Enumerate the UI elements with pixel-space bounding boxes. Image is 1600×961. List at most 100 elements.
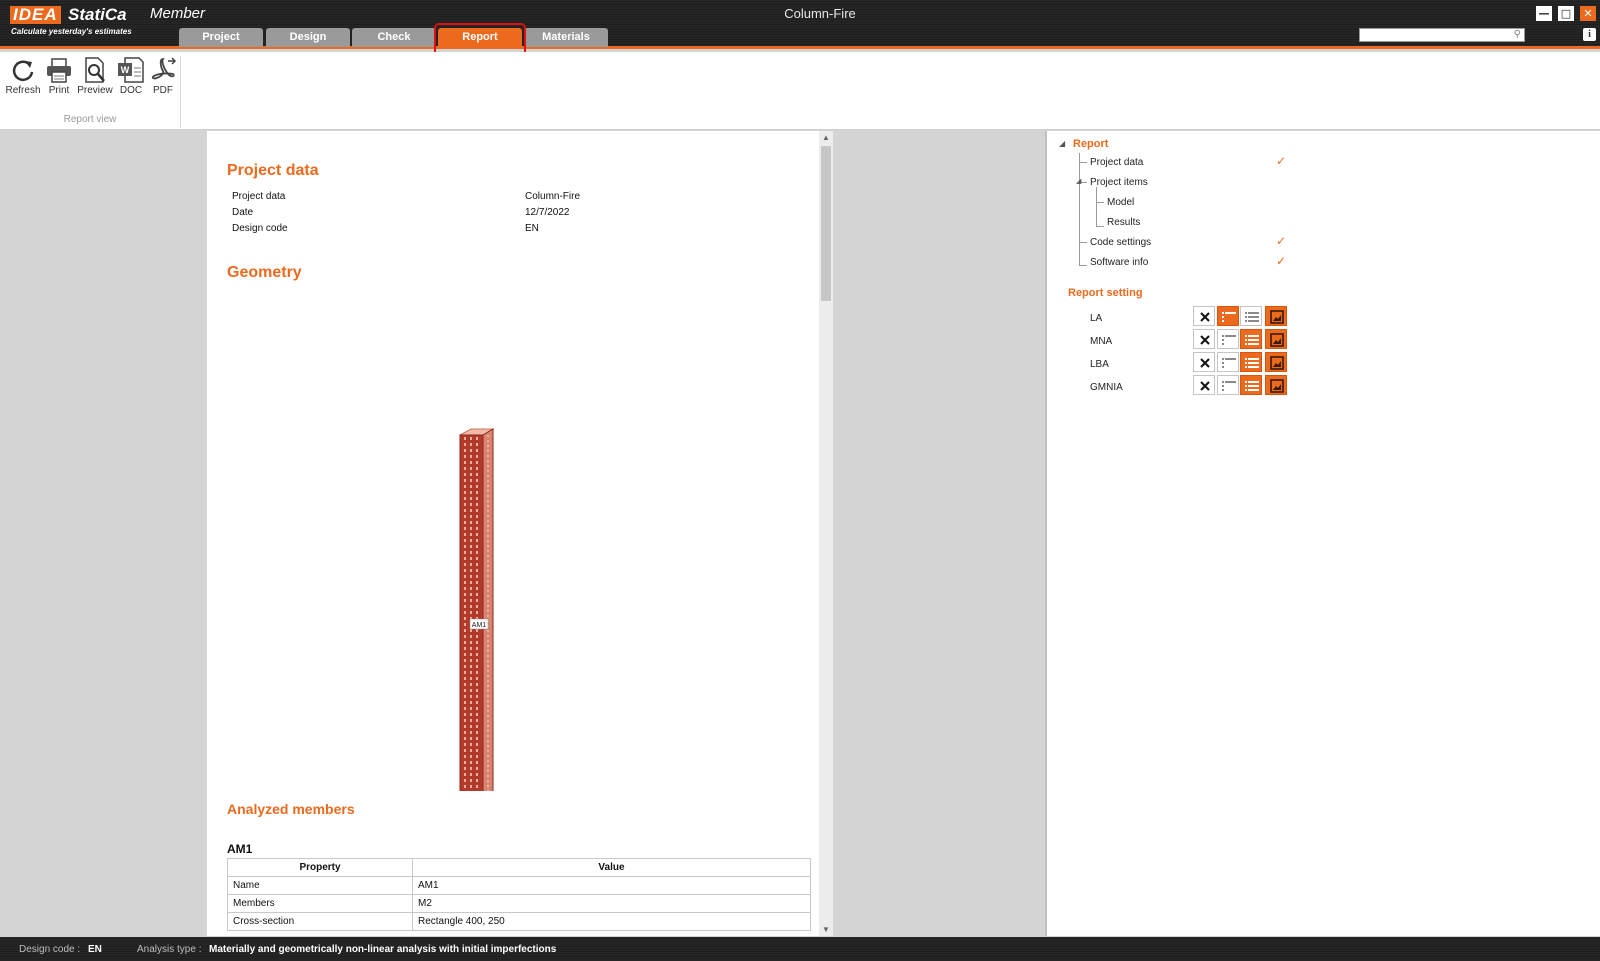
table-cell: M2 bbox=[412, 894, 811, 913]
minimize-button[interactable]: — bbox=[1536, 6, 1552, 21]
print-button[interactable]: Print bbox=[41, 56, 77, 102]
setting-toggle-detailed-list-button[interactable] bbox=[1240, 352, 1262, 372]
brief-icon bbox=[1222, 335, 1236, 345]
table-cell: Name bbox=[227, 876, 413, 895]
preview-label: Preview bbox=[77, 85, 113, 96]
member-property-table: Property Value Name AM1 Members M2 Cross… bbox=[227, 858, 811, 931]
tree-item-project-data[interactable]: Project data bbox=[1090, 157, 1143, 168]
tagline: Calculate yesterday's estimates bbox=[11, 27, 132, 36]
close-icon: ✕ bbox=[1583, 7, 1593, 20]
pdf-icon bbox=[151, 57, 177, 80]
image-icon bbox=[1270, 333, 1284, 347]
setting-toggle-brief-button[interactable] bbox=[1217, 306, 1239, 326]
setting-toggle-image-button[interactable] bbox=[1265, 375, 1287, 395]
column-header-property: Property bbox=[227, 858, 413, 877]
detailed-list-icon bbox=[1245, 381, 1259, 391]
tree-line bbox=[1096, 226, 1104, 227]
tab-materials[interactable]: Materials bbox=[524, 28, 608, 47]
analysis-type-value: Materially and geometrically non-linear … bbox=[209, 944, 557, 955]
svg-text:W: W bbox=[121, 65, 130, 75]
setting-toggle-exclude-button[interactable] bbox=[1193, 329, 1215, 349]
printer-icon bbox=[47, 58, 71, 83]
report-document-area: Project data Project data Column-Fire Da… bbox=[0, 131, 1042, 936]
design-code-label: Design code bbox=[232, 223, 288, 234]
close-button[interactable]: ✕ bbox=[1580, 6, 1596, 21]
brief-icon bbox=[1222, 358, 1236, 368]
maximize-icon: □ bbox=[1560, 7, 1572, 20]
image-icon bbox=[1270, 356, 1284, 370]
geometry-view[interactable]: AM1 Z Y X bbox=[207, 291, 819, 791]
expand-arrow-icon[interactable]: ◢ bbox=[1076, 177, 1081, 185]
report-settings-panel: ◢ Report Project data ✓ ◢ Project items … bbox=[1045, 131, 1600, 936]
tree-item-code-settings[interactable]: Code settings bbox=[1090, 237, 1151, 248]
design-code-status-value: EN bbox=[88, 944, 102, 955]
image-icon bbox=[1270, 379, 1284, 393]
setting-toggle-brief-button[interactable] bbox=[1217, 375, 1239, 395]
project-data-check-icon[interactable]: ✓ bbox=[1276, 154, 1286, 168]
setting-toggle-detailed-list-button[interactable] bbox=[1240, 329, 1262, 349]
scroll-up-icon[interactable]: ▲ bbox=[819, 133, 833, 142]
ribbon-separator bbox=[180, 56, 181, 128]
setting-toggle-detailed-list-button[interactable] bbox=[1240, 375, 1262, 395]
pdf-export-button[interactable]: PDF bbox=[145, 56, 181, 102]
tree-item-model[interactable]: Model bbox=[1107, 197, 1134, 208]
member-tag-text: AM1 bbox=[472, 622, 487, 629]
exclude-icon bbox=[1200, 335, 1210, 345]
tab-design[interactable]: Design bbox=[266, 28, 350, 47]
project-data-value: Column-Fire bbox=[525, 191, 581, 202]
setting-toggle-image-button[interactable] bbox=[1265, 306, 1287, 326]
tree-line bbox=[1079, 265, 1087, 266]
table-row: Name AM1 bbox=[227, 876, 811, 895]
setting-toggle-brief-button[interactable] bbox=[1217, 329, 1239, 349]
tree-line bbox=[1096, 202, 1104, 203]
exclude-icon bbox=[1200, 358, 1210, 368]
code-settings-check-icon[interactable]: ✓ bbox=[1276, 234, 1286, 248]
setting-toggle-exclude-button[interactable] bbox=[1193, 306, 1215, 326]
date-label: Date bbox=[232, 207, 254, 218]
tree-line bbox=[1079, 153, 1080, 265]
setting-toggle-exclude-button[interactable] bbox=[1193, 375, 1215, 395]
analysis-type-key: Analysis type : bbox=[137, 944, 202, 955]
setting-label-mna: MNA bbox=[1090, 336, 1113, 347]
report-setting-heading: Report setting bbox=[1068, 287, 1143, 299]
brief-icon bbox=[1222, 312, 1236, 322]
column-header-value: Value bbox=[412, 858, 811, 877]
scrollbar-thumb[interactable] bbox=[821, 146, 831, 301]
maximize-button[interactable]: □ bbox=[1558, 6, 1574, 21]
brief-icon bbox=[1222, 381, 1236, 391]
table-row: Cross-section Rectangle 400, 250 bbox=[227, 912, 811, 931]
tab-check[interactable]: Check bbox=[352, 28, 436, 47]
minimize-icon: — bbox=[1538, 7, 1550, 20]
setting-label-lba: LBA bbox=[1090, 359, 1109, 370]
setting-toggle-image-button[interactable] bbox=[1265, 352, 1287, 372]
window-title: Column-Fire bbox=[784, 6, 856, 21]
preview-button[interactable]: Preview bbox=[75, 56, 115, 102]
ribbon: Refresh Print Preview W DOC PDF Report v… bbox=[0, 52, 1600, 130]
refresh-button[interactable]: Refresh bbox=[5, 56, 41, 102]
info-button[interactable]: i bbox=[1583, 28, 1596, 41]
setting-toggle-image-button[interactable] bbox=[1265, 329, 1287, 349]
document-scrollbar[interactable]: ▲ ▼ bbox=[819, 131, 833, 936]
collapse-arrow-icon[interactable]: ◢ bbox=[1059, 139, 1065, 148]
search-input[interactable]: ⚲ bbox=[1359, 28, 1525, 42]
tree-root-report[interactable]: Report bbox=[1073, 138, 1108, 150]
am1-heading: AM1 bbox=[227, 842, 253, 856]
setting-toggle-brief-button[interactable] bbox=[1217, 352, 1239, 372]
table-row: Members M2 bbox=[227, 894, 811, 913]
doc-export-button[interactable]: W DOC bbox=[113, 56, 149, 102]
info-icon: i bbox=[1588, 29, 1591, 40]
tree-item-project-items[interactable]: Project items bbox=[1090, 177, 1148, 188]
search-icon[interactable]: ⚲ bbox=[1514, 29, 1521, 41]
tree-item-software-info[interactable]: Software info bbox=[1090, 257, 1148, 268]
geometry-heading: Geometry bbox=[227, 264, 302, 281]
software-info-check-icon[interactable]: ✓ bbox=[1276, 254, 1286, 268]
table-cell: Members bbox=[227, 894, 413, 913]
setting-toggle-exclude-button[interactable] bbox=[1193, 352, 1215, 372]
tree-item-results[interactable]: Results bbox=[1107, 217, 1140, 228]
ribbon-group-label: Report view bbox=[63, 114, 117, 125]
tab-project[interactable]: Project bbox=[179, 28, 263, 47]
exclude-icon bbox=[1200, 381, 1210, 391]
setting-toggle-detailed-list-button[interactable] bbox=[1240, 306, 1262, 326]
scroll-down-icon[interactable]: ▼ bbox=[819, 925, 833, 934]
table-cell: Cross-section bbox=[227, 912, 413, 931]
